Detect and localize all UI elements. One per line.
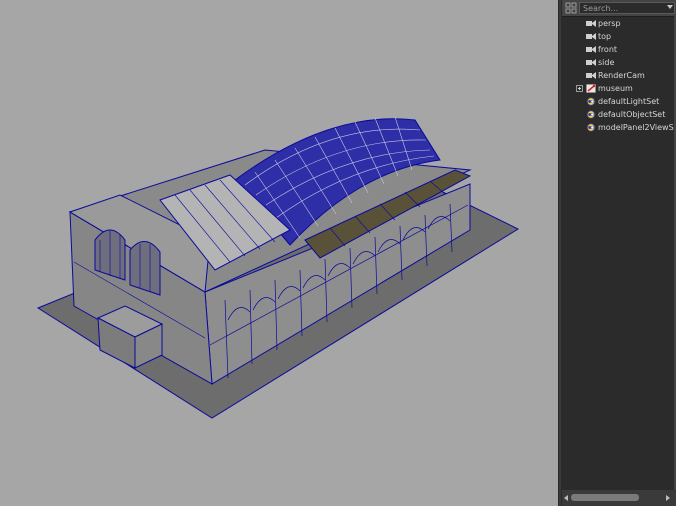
transform-icon	[586, 84, 596, 93]
filter-icon[interactable]	[565, 2, 577, 14]
set-icon	[586, 123, 596, 132]
camera-icon	[586, 20, 596, 27]
camera-icon	[586, 33, 596, 40]
camera-icon	[586, 72, 596, 79]
outliner-item-rendercam[interactable]: RenderCam	[562, 69, 674, 82]
outliner-item-top[interactable]: top	[562, 30, 674, 43]
scrollbar-thumb[interactable]	[571, 494, 639, 501]
item-label: museum	[598, 84, 633, 93]
item-label: top	[598, 32, 612, 41]
viewport-3d[interactable]	[0, 0, 558, 506]
scroll-right-icon[interactable]	[666, 495, 670, 501]
item-label: defaultLightSet	[598, 97, 660, 106]
camera-icon	[586, 59, 596, 66]
outliner-toolbar	[562, 0, 676, 16]
outliner-item-defaultobjectset[interactable]: defaultObjectSet	[562, 108, 674, 121]
outliner-panel: persp top front side Ren	[562, 0, 676, 506]
item-label: modelPanel2ViewSelectedSet	[598, 123, 674, 132]
outliner-item-side[interactable]: side	[562, 56, 674, 69]
item-label: front	[598, 45, 618, 54]
scroll-left-icon[interactable]	[564, 495, 568, 501]
outliner-item-front[interactable]: front	[562, 43, 674, 56]
horizontal-scrollbar[interactable]	[562, 490, 676, 506]
item-label: side	[598, 58, 615, 67]
camera-icon	[586, 46, 596, 53]
item-label: RenderCam	[598, 71, 645, 80]
outliner-item-persp[interactable]: persp	[562, 17, 674, 30]
item-label: defaultObjectSet	[598, 110, 666, 119]
outliner-list: persp top front side RenderCam museum de…	[562, 16, 674, 490]
museum-wireframe-model[interactable]	[0, 0, 558, 506]
expand-icon[interactable]	[576, 85, 583, 92]
set-icon	[586, 97, 596, 106]
search-dropdown-icon[interactable]	[667, 5, 673, 9]
outliner-item-modelpanel2viewselectedset[interactable]: modelPanel2ViewSelectedSet	[562, 121, 674, 134]
search-input[interactable]	[579, 2, 675, 14]
outliner-item-museum[interactable]: museum	[562, 82, 674, 95]
item-label: persp	[598, 19, 621, 28]
outliner-item-defaultlightset[interactable]: defaultLightSet	[562, 95, 674, 108]
set-icon	[586, 110, 596, 119]
